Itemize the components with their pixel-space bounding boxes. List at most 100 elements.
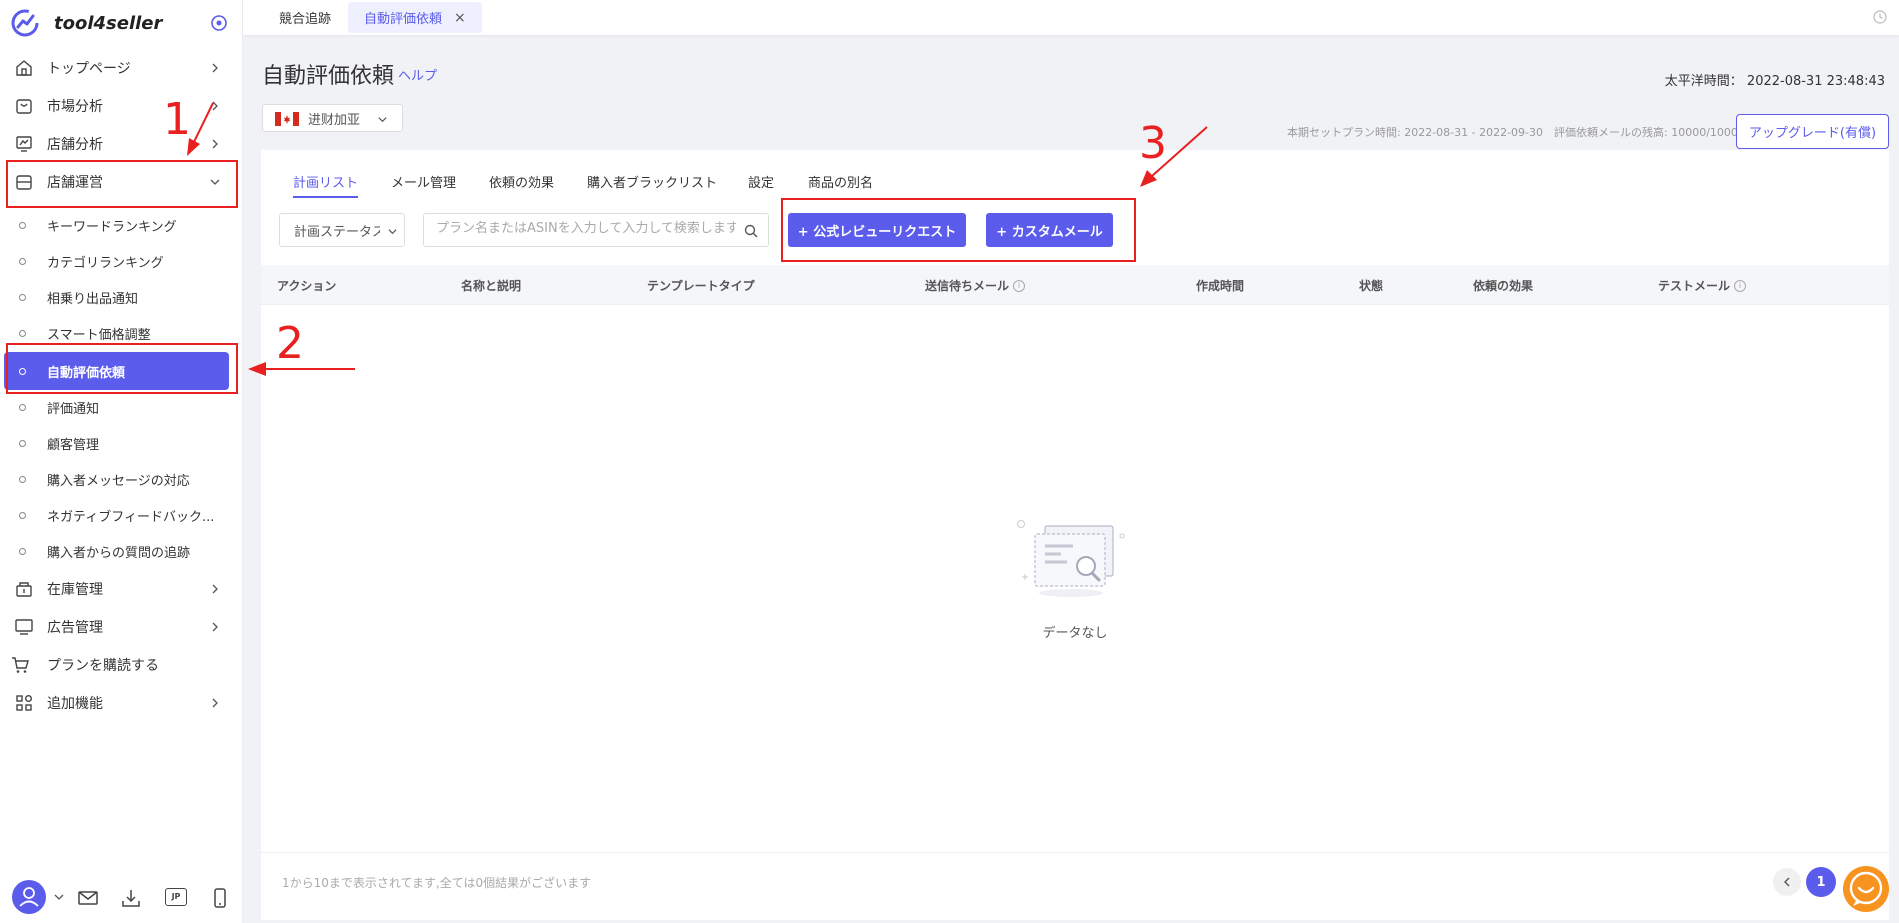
tab-product-alias[interactable]: 商品の別名 (808, 172, 873, 198)
inventory-icon (16, 582, 32, 597)
plan-info: 本期セットプラン時間: 2022-08-31 - 2022-09-30 評価依頼… (1287, 126, 1745, 139)
user-icon (19, 887, 39, 907)
logo[interactable]: tool4seller (0, 0, 242, 46)
tab-request-effect[interactable]: 依頼の効果 (489, 172, 554, 198)
download-icon[interactable] (121, 888, 141, 908)
chevron-down-icon (388, 229, 397, 235)
logo-icon (11, 9, 39, 37)
clock-icon[interactable] (1873, 10, 1887, 24)
sidebar-item-top-page[interactable]: トップページ (0, 49, 243, 87)
home-icon (16, 60, 32, 76)
sidebar-item-subscribe[interactable]: プランを購読する (0, 646, 243, 684)
column-status: 状態 (1359, 279, 1384, 293)
search-field[interactable] (423, 213, 769, 247)
page-number-button[interactable]: 1 (1806, 867, 1836, 897)
annotation-box-1 (6, 160, 238, 208)
tab-buyer-blacklist[interactable]: 購入者ブラックリスト (587, 172, 717, 198)
tab-label: 競合追跡 (279, 12, 332, 27)
chevron-left-icon (1784, 877, 1790, 887)
tab-mail-management[interactable]: メール管理 (391, 172, 456, 198)
tab-plan-list[interactable]: 計画リスト (293, 172, 359, 198)
sidebar-sub-label: ネガティブフィードバック... (47, 509, 215, 525)
sidebar-item-add-ons[interactable]: 追加機能 (0, 684, 243, 722)
chevron-right-icon (212, 584, 218, 594)
sidebar-sub-hijacker-alert[interactable]: 相乗り出品通知 (0, 279, 243, 315)
sidebar-sub-category-ranking[interactable]: カテゴリランキング (0, 243, 243, 279)
target-icon[interactable] (210, 14, 228, 32)
column-action: アクション (277, 279, 337, 293)
tab-settings[interactable]: 設定 (748, 172, 774, 198)
column-test-mail: テストメール i (1658, 277, 1747, 294)
sidebar-item-label: 追加機能 (47, 696, 103, 712)
column-request-effect: 依頼の効果 (1473, 279, 1534, 293)
bullet-icon (19, 329, 26, 337)
sidebar-sub-keyword-ranking[interactable]: キーワードランキング (0, 207, 243, 243)
chat-icon (1849, 871, 1883, 906)
sidebar-sub-label: 相乗り出品通知 (47, 291, 139, 307)
sidebar-sub-customer-management[interactable]: 顧客管理 (0, 425, 243, 461)
previous-page-button[interactable] (1773, 868, 1801, 896)
tab-bar: 競合追跡 自動評価依頼 × (243, 0, 1899, 35)
chevron-right-icon (212, 698, 218, 708)
bullet-icon (19, 511, 26, 519)
mobile-icon[interactable] (210, 888, 230, 908)
sidebar-sub-review-alert[interactable]: 評価通知 (0, 389, 243, 425)
sidebar-item-ads[interactable]: 広告管理 (0, 608, 243, 646)
sidebar-item-inventory[interactable]: 在庫管理 (0, 570, 243, 608)
search-input[interactable] (436, 221, 736, 236)
sidebar-sub-negative-feedback[interactable]: ネガティブフィードバック... (0, 497, 243, 533)
bullet-icon (19, 403, 26, 411)
avatar[interactable] (12, 880, 46, 914)
status-select-label: 計画ステータス (294, 224, 380, 240)
chat-support-button[interactable] (1843, 866, 1889, 912)
empty-state-text: データなし (1042, 626, 1108, 641)
sidebar-sub-buyer-questions[interactable]: 購入者からの質問の追跡 (0, 533, 243, 569)
upgrade-button[interactable]: アップグレード(有償) (1736, 114, 1889, 149)
sidebar-sub-label: 購入者からの質問の追跡 (47, 545, 191, 561)
page-title: 自動評価依頼 (262, 64, 395, 89)
column-pending-mail: 送信待ちメール i (925, 277, 1026, 294)
country-label: 进财加亚 (308, 112, 361, 128)
sidebar-footer: JP (0, 876, 243, 920)
sidebar-item-label: 店舗分析 (47, 137, 103, 153)
chevron-right-icon (212, 622, 218, 632)
plan-status-select[interactable]: 計画ステータス (279, 213, 405, 247)
close-icon[interactable]: × (454, 10, 466, 26)
sidebar-sub-buyer-messages[interactable]: 購入者メッセージの対応 (0, 461, 243, 497)
info-icon[interactable]: i (1734, 279, 1747, 292)
divider (261, 852, 1889, 853)
search-icon[interactable] (744, 224, 758, 238)
sidebar-sub-label: スマート価格調整 (47, 327, 151, 343)
help-link[interactable]: ヘルプ (398, 65, 437, 84)
sidebar-item-label: 在庫管理 (47, 582, 103, 598)
info-icon[interactable]: i (1013, 279, 1026, 292)
canada-flag-icon (275, 112, 299, 126)
annotation-number-1: 1 (163, 94, 191, 145)
sidebar-sub-label: キーワードランキング (47, 219, 177, 235)
language-jp-icon[interactable]: JP (165, 888, 187, 906)
sidebar-sub-label: 購入者メッセージの対応 (47, 473, 190, 489)
sidebar-sub-label: 評価通知 (47, 401, 100, 417)
bullet-icon (19, 475, 26, 483)
column-name-desc: 名称と説明 (461, 279, 522, 293)
sidebar-item-label: 広告管理 (47, 620, 103, 636)
chevron-down-icon (378, 117, 387, 123)
mail-icon[interactable] (78, 888, 98, 908)
tab-competitor-tracking[interactable]: 競合追跡 (263, 2, 347, 33)
sidebar: tool4seller トップページ 市場分析 店舗分析 店舗運営 キーワードラ… (0, 0, 243, 923)
sidebar-item-market-analysis[interactable]: 市場分析 (0, 87, 243, 125)
tab-auto-review-request[interactable]: 自動評価依頼 × (348, 2, 482, 33)
sidebar-sub-label: カテゴリランキング (47, 255, 164, 271)
sidebar-item-label: 市場分析 (47, 99, 103, 115)
tab-label: 自動評価依頼 (364, 12, 443, 27)
bag-icon (16, 99, 32, 114)
country-select[interactable]: 进财加亚 (262, 104, 403, 132)
chart-monitor-icon (16, 136, 32, 152)
sidebar-item-store-analysis[interactable]: 店舗分析 (0, 125, 243, 163)
column-created-time: 作成時間 (1196, 279, 1245, 293)
column-template-type: テンプレートタイプ (647, 279, 755, 293)
chevron-down-icon[interactable] (54, 892, 64, 902)
pagination-summary: 1から10まで表示されてます,全ては0個結果がございます (282, 876, 592, 890)
chevron-right-icon (212, 101, 218, 111)
empty-state-icon (1017, 520, 1125, 597)
